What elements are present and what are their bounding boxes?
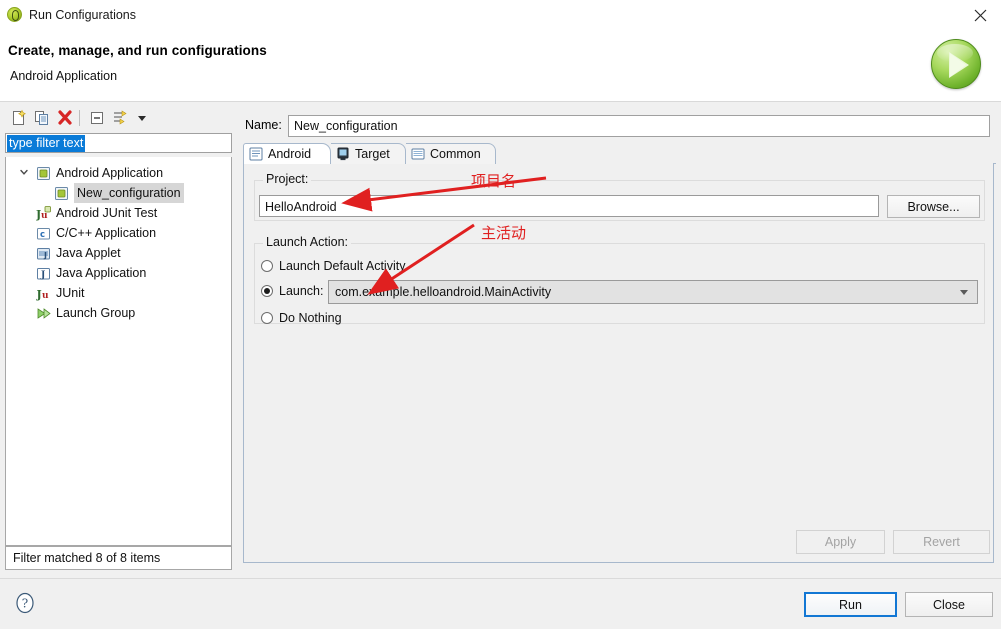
run-button[interactable]: Run: [804, 592, 897, 617]
configurations-toolbar: [5, 106, 235, 130]
tree-item-label: Java Applet: [56, 243, 121, 263]
tree-item-launch-group[interactable]: Launch Group: [6, 303, 232, 323]
chevron-down-icon[interactable]: [18, 163, 30, 183]
android-tab-panel: Project: HelloAndroid Browse... Launch A…: [243, 163, 994, 563]
run-config-icon: [7, 7, 23, 23]
title-bar: Run Configurations: [0, 0, 1001, 31]
launch-activity-combo-value: com.example.helloandroid.MainActivity: [335, 285, 551, 299]
tree-item-label: Android JUnit Test: [56, 203, 157, 223]
target-tab-icon: [336, 147, 350, 161]
android-tab-icon: [249, 147, 263, 161]
radio-label: Launch Default Activity: [279, 259, 405, 273]
android-junit-icon: J u: [36, 206, 51, 221]
tree-item-android-application[interactable]: Android Application: [6, 163, 232, 183]
configuration-editor-panel: Name: New_configuration Android: [243, 106, 996, 572]
radio-launch-default-activity[interactable]: Launch Default Activity: [261, 256, 405, 276]
tab-label: Common: [430, 147, 481, 161]
name-row: Name: New_configuration: [243, 115, 996, 137]
filter-icon[interactable]: [110, 108, 130, 128]
tree-item-label: Java Application: [56, 263, 146, 283]
apply-button[interactable]: Apply: [796, 530, 885, 554]
radio-label: Launch:: [279, 284, 323, 298]
tree-item-label: JUnit: [56, 283, 84, 303]
dialog-header: Create, manage, and run configurations A…: [0, 31, 1001, 102]
svg-text:?: ?: [22, 597, 28, 611]
page-title: Create, manage, and run configurations: [8, 43, 267, 58]
tab-label: Android: [268, 147, 311, 161]
project-name-annotation: 项目名: [471, 170, 516, 191]
browse-button[interactable]: Browse...: [887, 195, 980, 218]
tree-item-label: C/C++ Application: [56, 223, 156, 243]
main-activity-annotation: 主活动: [481, 222, 526, 243]
dialog-footer: ? Run Close: [0, 578, 1001, 629]
common-tab-icon: [411, 147, 425, 161]
svg-text:u: u: [41, 211, 48, 221]
help-question-icon[interactable]: ?: [14, 592, 36, 614]
junit-icon: J u: [36, 286, 51, 301]
svg-text:c: c: [40, 230, 45, 240]
name-input[interactable]: New_configuration: [288, 115, 990, 137]
radio-label: Do Nothing: [279, 311, 342, 325]
tree-item-label: Launch Group: [56, 303, 135, 323]
tree-item-label: New_configuration: [74, 183, 184, 203]
tree-item-junit[interactable]: J u JUnit: [6, 283, 232, 303]
radio-circle-icon: [261, 312, 273, 324]
configurations-tree[interactable]: Android Application New_configuration: [5, 157, 232, 546]
configurations-panel: type filter text Android Application: [5, 106, 235, 572]
collapse-all-icon[interactable]: [87, 108, 107, 128]
radio-circle-icon: [261, 260, 273, 272]
project-input[interactable]: HelloAndroid: [259, 195, 879, 217]
tree-item-new-configuration[interactable]: New_configuration: [6, 183, 232, 203]
launch-action-group-label: Launch Action:: [263, 235, 351, 249]
close-button[interactable]: Close: [905, 592, 993, 617]
svg-text:J: J: [40, 271, 45, 281]
tab-label: Target: [355, 147, 390, 161]
radio-do-nothing[interactable]: Do Nothing: [261, 308, 342, 328]
tab-strip: Android Target: [243, 143, 996, 164]
filter-input-value: type filter text: [7, 135, 85, 152]
svg-text:u: u: [42, 291, 49, 301]
radio-launch[interactable]: Launch:: [261, 281, 323, 301]
tab-target[interactable]: Target: [331, 143, 406, 164]
launch-action-group: Launch Action: Launch Default Activity L…: [254, 236, 985, 324]
android-app-icon: [54, 186, 69, 201]
tree-item-java-application[interactable]: J Java Application: [6, 263, 232, 283]
c-cpp-icon: c: [36, 226, 51, 241]
run-configurations-dialog: Run Configurations Create, manage, and r…: [0, 0, 1001, 628]
delete-icon[interactable]: [55, 108, 75, 128]
launch-activity-combo[interactable]: com.example.helloandroid.MainActivity: [328, 280, 978, 304]
tree-item-android-junit-test[interactable]: J u Android JUnit Test: [6, 203, 232, 223]
name-label: Name:: [245, 118, 282, 132]
close-icon[interactable]: [963, 0, 997, 30]
filter-status-text: Filter matched 8 of 8 items: [5, 546, 232, 570]
svg-text:J: J: [36, 288, 42, 301]
tree-item-c-cpp-application[interactable]: c C/C++ Application: [6, 223, 232, 243]
view-menu-chevron-icon[interactable]: [132, 108, 152, 128]
android-app-icon: [36, 166, 51, 181]
new-launch-configuration-icon[interactable]: [9, 108, 29, 128]
project-group-label: Project:: [263, 172, 311, 186]
green-play-icon: [931, 39, 989, 97]
tree-item-java-applet[interactable]: J Java Applet: [6, 243, 232, 263]
revert-button[interactable]: Revert: [893, 530, 990, 554]
page-subtitle: Android Application: [10, 69, 117, 83]
duplicate-icon[interactable]: [32, 108, 52, 128]
chevron-down-icon[interactable]: [960, 290, 968, 295]
svg-text:J: J: [43, 251, 47, 260]
launch-group-icon: [36, 306, 51, 321]
tree-item-label: Android Application: [56, 163, 163, 183]
java-applet-icon: J: [36, 246, 51, 261]
tab-common[interactable]: Common: [406, 143, 496, 164]
filter-input[interactable]: type filter text: [5, 133, 232, 153]
toolbar-separator: [79, 110, 80, 126]
radio-circle-icon: [261, 285, 273, 297]
java-app-icon: J: [36, 266, 51, 281]
window-title: Run Configurations: [29, 7, 136, 23]
tab-android[interactable]: Android: [243, 143, 331, 164]
project-group: Project: HelloAndroid Browse...: [254, 173, 985, 221]
